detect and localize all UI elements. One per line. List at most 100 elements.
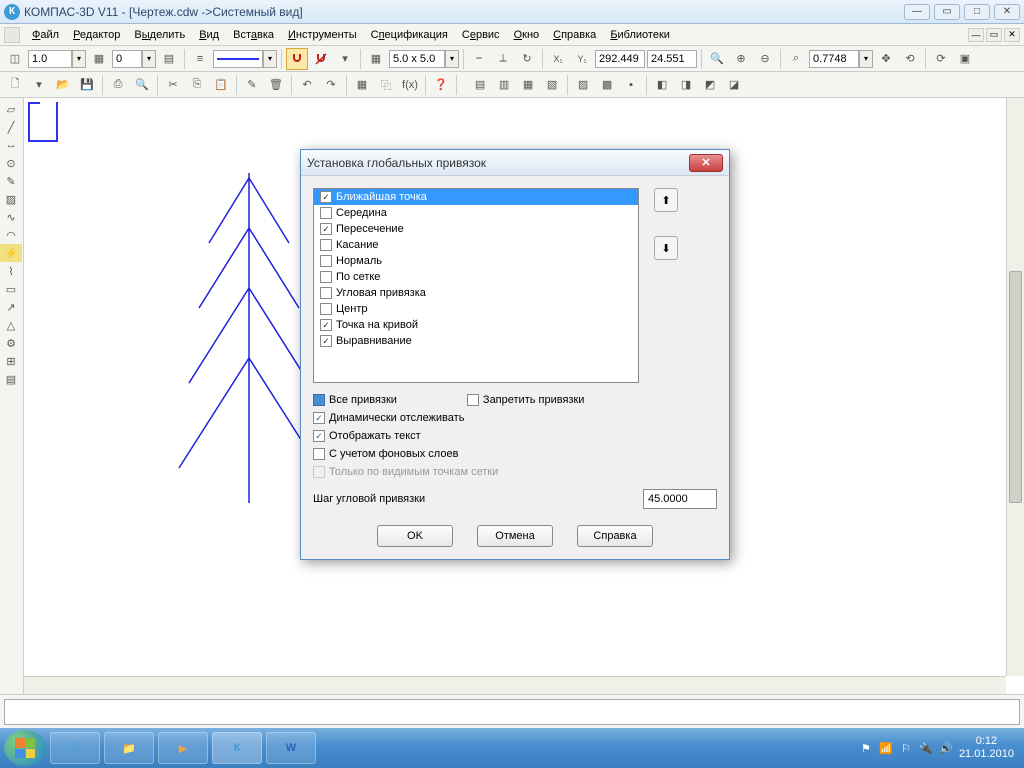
spec6-icon[interactable]: ▩ bbox=[596, 74, 618, 96]
paste-icon[interactable]: 📋 bbox=[210, 74, 232, 96]
lt-select-icon[interactable]: ▱ bbox=[0, 100, 22, 118]
spec8-icon[interactable]: ◧ bbox=[651, 74, 673, 96]
menu-service[interactable]: Сервис bbox=[456, 27, 506, 43]
menu-tools[interactable]: Инструменты bbox=[282, 27, 363, 43]
move-up-button[interactable]: ⬆ bbox=[654, 188, 678, 212]
move-down-button[interactable]: ⬇ bbox=[654, 236, 678, 260]
snap-checkbox[interactable]: ✓ bbox=[320, 191, 332, 203]
coord-y[interactable] bbox=[647, 50, 697, 68]
tb-ortho-icon[interactable]: ⟂ bbox=[492, 48, 514, 70]
lt-arc-icon[interactable]: ◠ bbox=[0, 226, 22, 244]
taskbar-word-icon[interactable]: W bbox=[266, 732, 316, 764]
zoom-in-icon[interactable]: ⊕ bbox=[730, 48, 752, 70]
variables-icon[interactable]: f(x) bbox=[399, 74, 421, 96]
menu-window[interactable]: Окно bbox=[508, 27, 546, 43]
tb-dd-1[interactable]: ▾ bbox=[28, 74, 50, 96]
delete-icon[interactable]: 🗑 bbox=[265, 74, 287, 96]
snap-settings-icon[interactable]: ▾ bbox=[334, 48, 356, 70]
zoom-out-icon[interactable]: ⊖ bbox=[754, 48, 776, 70]
menu-select[interactable]: Выделить bbox=[128, 27, 191, 43]
layer-dd[interactable]: ▾ bbox=[142, 50, 156, 68]
snap-row-2[interactable]: ✓Пересечение bbox=[314, 221, 638, 237]
taskbar-media-icon[interactable]: ▶ bbox=[158, 732, 208, 764]
snap-checkbox[interactable]: ✓ bbox=[320, 319, 332, 331]
snap-row-7[interactable]: Центр bbox=[314, 301, 638, 317]
pan-icon[interactable]: ✥ bbox=[875, 48, 897, 70]
cut-icon[interactable]: ✂ bbox=[162, 74, 184, 96]
snap-row-1[interactable]: Середина bbox=[314, 205, 638, 221]
snap-row-6[interactable]: Угловая привязка bbox=[314, 285, 638, 301]
snap-checkbox[interactable] bbox=[320, 239, 332, 251]
tb-grid-icon[interactable]: ◫ bbox=[4, 48, 26, 70]
maximize-button[interactable]: □ bbox=[964, 4, 990, 20]
mdi-minimize[interactable]: — bbox=[968, 28, 984, 42]
tray-clock[interactable]: 0:12 21.01.2010 bbox=[959, 735, 1014, 761]
snap-checkbox[interactable] bbox=[320, 207, 332, 219]
lt-curve-icon[interactable]: ∿ bbox=[0, 208, 22, 226]
mdi-close[interactable]: ✕ bbox=[1004, 28, 1020, 42]
spec5-icon[interactable]: ▨ bbox=[572, 74, 594, 96]
snap-row-4[interactable]: Нормаль bbox=[314, 253, 638, 269]
undo-icon[interactable]: ↶ bbox=[296, 74, 318, 96]
tb-layerbtn-icon[interactable]: ▤ bbox=[158, 48, 180, 70]
refresh-icon[interactable]: ⟳ bbox=[930, 48, 952, 70]
spec10-icon[interactable]: ◩ bbox=[699, 74, 721, 96]
lt-measure-icon[interactable]: △ bbox=[0, 316, 22, 334]
linestyle[interactable] bbox=[213, 50, 263, 68]
showtext-checkbox[interactable]: ✓ bbox=[313, 430, 325, 442]
coord-x[interactable] bbox=[595, 50, 645, 68]
snap-toggle-icon[interactable] bbox=[286, 48, 308, 70]
lt-dim-icon[interactable]: ↔ bbox=[0, 136, 22, 154]
menu-spec[interactable]: Спецификация bbox=[365, 27, 454, 43]
print-icon[interactable]: ⎙ bbox=[107, 74, 129, 96]
tray-action-icon[interactable]: ⚐ bbox=[899, 741, 913, 755]
cascade-icon[interactable]: ⿻ bbox=[375, 74, 397, 96]
grid-toggle-icon[interactable]: ▦ bbox=[365, 48, 387, 70]
lt-text-icon[interactable]: ✎ bbox=[0, 172, 22, 190]
snap-row-8[interactable]: ✓Точка на кривой bbox=[314, 317, 638, 333]
tray-network-icon[interactable]: 📶 bbox=[879, 741, 893, 755]
dialog-titlebar[interactable]: Установка глобальных привязок ✕ bbox=[301, 150, 729, 176]
menubar-icon[interactable] bbox=[4, 27, 20, 43]
grid-input[interactable] bbox=[389, 50, 445, 68]
lt-circle-icon[interactable]: ⊙ bbox=[0, 154, 22, 172]
menu-libs[interactable]: Библиотеки bbox=[604, 27, 676, 43]
forbid-snaps-checkbox[interactable] bbox=[467, 394, 479, 406]
lt-bolt-icon[interactable]: ⚡ bbox=[0, 244, 22, 262]
scale-dd[interactable]: ▾ bbox=[72, 50, 86, 68]
save-icon[interactable]: 💾 bbox=[76, 74, 98, 96]
snap-off-icon[interactable] bbox=[310, 48, 332, 70]
redo-icon[interactable]: ↷ bbox=[320, 74, 342, 96]
scrollbar-vertical[interactable] bbox=[1006, 98, 1024, 676]
menu-edit[interactable]: Редактор bbox=[67, 27, 126, 43]
snap-checkbox[interactable] bbox=[320, 271, 332, 283]
snap-list[interactable]: ✓Ближайшая точкаСередина✓ПересечениеКаса… bbox=[313, 188, 639, 383]
help-button[interactable]: Справка bbox=[577, 525, 653, 547]
help-icon[interactable]: ❓ bbox=[430, 74, 452, 96]
snap-row-0[interactable]: ✓Ближайшая точка bbox=[314, 189, 638, 205]
snap-checkbox[interactable] bbox=[320, 255, 332, 267]
restore-button[interactable]: ▭ bbox=[934, 4, 960, 20]
spec7-icon[interactable]: ▪ bbox=[620, 74, 642, 96]
preview-icon[interactable]: 🔍 bbox=[131, 74, 153, 96]
tb-local-icon[interactable]: ⎯ bbox=[468, 48, 490, 70]
lt-hatch-icon[interactable]: ▨ bbox=[0, 190, 22, 208]
menu-view[interactable]: Вид bbox=[193, 27, 225, 43]
close-button[interactable]: ✕ bbox=[994, 4, 1020, 20]
zoom-window-icon[interactable]: ⌕ bbox=[785, 48, 807, 70]
spec4-icon[interactable]: ▧ bbox=[541, 74, 563, 96]
lt-params-icon[interactable]: ⚙ bbox=[0, 334, 22, 352]
zoom-dd[interactable]: ▾ bbox=[859, 50, 873, 68]
manager-icon[interactable]: ▦ bbox=[351, 74, 373, 96]
scale-input[interactable] bbox=[28, 50, 72, 68]
copy-icon[interactable]: ⎘ bbox=[186, 74, 208, 96]
zoom-prev-icon[interactable]: ⟲ bbox=[899, 48, 921, 70]
start-button[interactable] bbox=[4, 730, 46, 766]
edit-icon[interactable]: ✎ bbox=[241, 74, 263, 96]
spec1-icon[interactable]: ▤ bbox=[469, 74, 491, 96]
dynamic-checkbox[interactable]: ✓ bbox=[313, 412, 325, 424]
layer-input[interactable] bbox=[112, 50, 142, 68]
lt-spec-icon[interactable]: ▤ bbox=[0, 370, 22, 388]
lt-line-icon[interactable]: ╱ bbox=[0, 118, 22, 136]
tb-lines-icon[interactable]: ≡ bbox=[189, 48, 211, 70]
